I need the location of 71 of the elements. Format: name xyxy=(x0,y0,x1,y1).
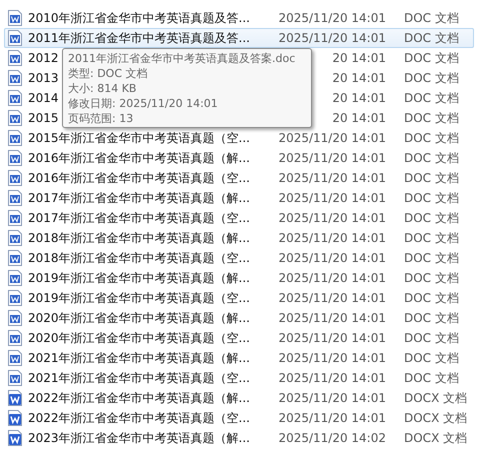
modified-date: 20 14:01 xyxy=(332,90,386,106)
file-type: DOC 文档 xyxy=(404,210,459,226)
file-name: 2016年浙江省金华市中考英语真题（空... xyxy=(28,170,250,186)
file-name: 2015年浙江省金华市中考英语真题（空... xyxy=(28,130,250,146)
file-name: 2016年浙江省金华市中考英语真题（解... xyxy=(28,150,250,166)
file-type: DOC 文档 xyxy=(404,190,459,206)
modified-date: 2025/11/20 14:01 xyxy=(278,230,386,246)
file-type: DOC 文档 xyxy=(404,50,459,66)
tooltip-line: 大小: 814 KB xyxy=(68,81,138,96)
file-type: DOC 文档 xyxy=(404,330,459,346)
file-name: 2011年浙江省金华市中考英语真题及答... xyxy=(28,30,250,46)
modified-date: 2025/11/20 14:01 xyxy=(278,190,386,206)
file-type: DOC 文档 xyxy=(404,250,459,266)
file-type: DOC 文档 xyxy=(404,70,459,86)
file-name: 2019年浙江省金华市中考英语真题（解... xyxy=(28,270,250,286)
file-name: 2022年浙江省金华市中考英语真题（空... xyxy=(28,410,250,426)
file-name: 2018年浙江省金华市中考英语真题（解... xyxy=(28,230,250,246)
file-type: DOCX 文档 xyxy=(404,410,468,426)
modified-date: 2025/11/20 14:01 xyxy=(278,390,386,406)
tooltip-line: 类型: DOC 文档 xyxy=(68,66,149,81)
file-name: 2023年浙江省金华市中考英语真题（解... xyxy=(28,430,250,446)
modified-date: 2025/11/20 14:01 xyxy=(278,310,386,326)
modified-date: 2025/11/20 14:01 xyxy=(278,410,386,426)
modified-date: 20 14:01 xyxy=(332,70,386,86)
modified-date: 2025/11/20 14:01 xyxy=(278,290,386,306)
modified-date: 2025/11/20 14:01 xyxy=(278,30,386,46)
file-type: DOC 文档 xyxy=(404,150,459,166)
file-type: DOCX 文档 xyxy=(404,430,468,446)
file-name: 2021年浙江省金华市中考英语真题（空... xyxy=(28,370,250,386)
file-type: DOC 文档 xyxy=(404,290,459,306)
modified-date: 2025/11/20 14:01 xyxy=(278,150,386,166)
modified-date: 2025/11/20 14:02 xyxy=(278,430,386,446)
modified-date: 2025/11/20 14:01 xyxy=(278,270,386,286)
file-type: DOC 文档 xyxy=(404,230,459,246)
file-name: 2012 xyxy=(28,50,59,66)
modified-date: 2025/11/20 14:01 xyxy=(278,10,386,26)
file-type: DOC 文档 xyxy=(404,110,459,126)
file-type: DOC 文档 xyxy=(404,130,459,146)
file-type: DOC 文档 xyxy=(404,90,459,106)
tooltip-line: 修改日期: 2025/11/20 14:01 xyxy=(68,96,219,111)
tooltip-line: 页码范围: 13 xyxy=(68,111,134,126)
file-name: 2018年浙江省金华市中考英语真题（空... xyxy=(28,250,250,266)
file-name: 2014 xyxy=(28,90,59,106)
modified-date: 2025/11/20 14:01 xyxy=(278,370,386,386)
file-name: 2013 xyxy=(28,70,59,86)
file-type: DOC 文档 xyxy=(404,370,459,386)
file-type: DOC 文档 xyxy=(404,30,459,46)
modified-date: 20 14:01 xyxy=(332,50,386,66)
file-name: 2020年浙江省金华市中考英语真题（解... xyxy=(28,310,250,326)
file-name: 2017年浙江省金华市中考英语真题（空... xyxy=(28,210,250,226)
tooltip-line: 2011年浙江省金华市中考英语真题及答案.doc xyxy=(68,51,296,66)
modified-date: 2025/11/20 14:01 xyxy=(278,330,386,346)
file-name: 2019年浙江省金华市中考英语真题（空... xyxy=(28,290,250,306)
file-name: 2010年浙江省金华市中考英语真题及答... xyxy=(28,10,250,26)
modified-date: 2025/11/20 14:01 xyxy=(278,250,386,266)
file-type: DOC 文档 xyxy=(404,170,459,186)
modified-date: 20 14:01 xyxy=(332,110,386,126)
file-name: 2022年浙江省金华市中考英语真题（解... xyxy=(28,390,250,406)
modified-date: 2025/11/20 14:01 xyxy=(278,130,386,146)
file-name: 2021年浙江省金华市中考英语真题（解... xyxy=(28,350,250,366)
modified-date: 2025/11/20 14:01 xyxy=(278,210,386,226)
file-type: DOC 文档 xyxy=(404,270,459,286)
file-name: 2020年浙江省金华市中考英语真题（空... xyxy=(28,330,250,346)
file-name: 2017年浙江省金华市中考英语真题（解... xyxy=(28,190,250,206)
file-type: DOC 文档 xyxy=(404,10,459,26)
file-type: DOCX 文档 xyxy=(404,390,468,406)
modified-date: 2025/11/20 14:01 xyxy=(278,170,386,186)
modified-date: 2025/11/20 14:01 xyxy=(278,350,386,366)
file-name: 2015 xyxy=(28,110,59,126)
file-type: DOC 文档 xyxy=(404,350,459,366)
file-type: DOC 文档 xyxy=(404,310,459,326)
